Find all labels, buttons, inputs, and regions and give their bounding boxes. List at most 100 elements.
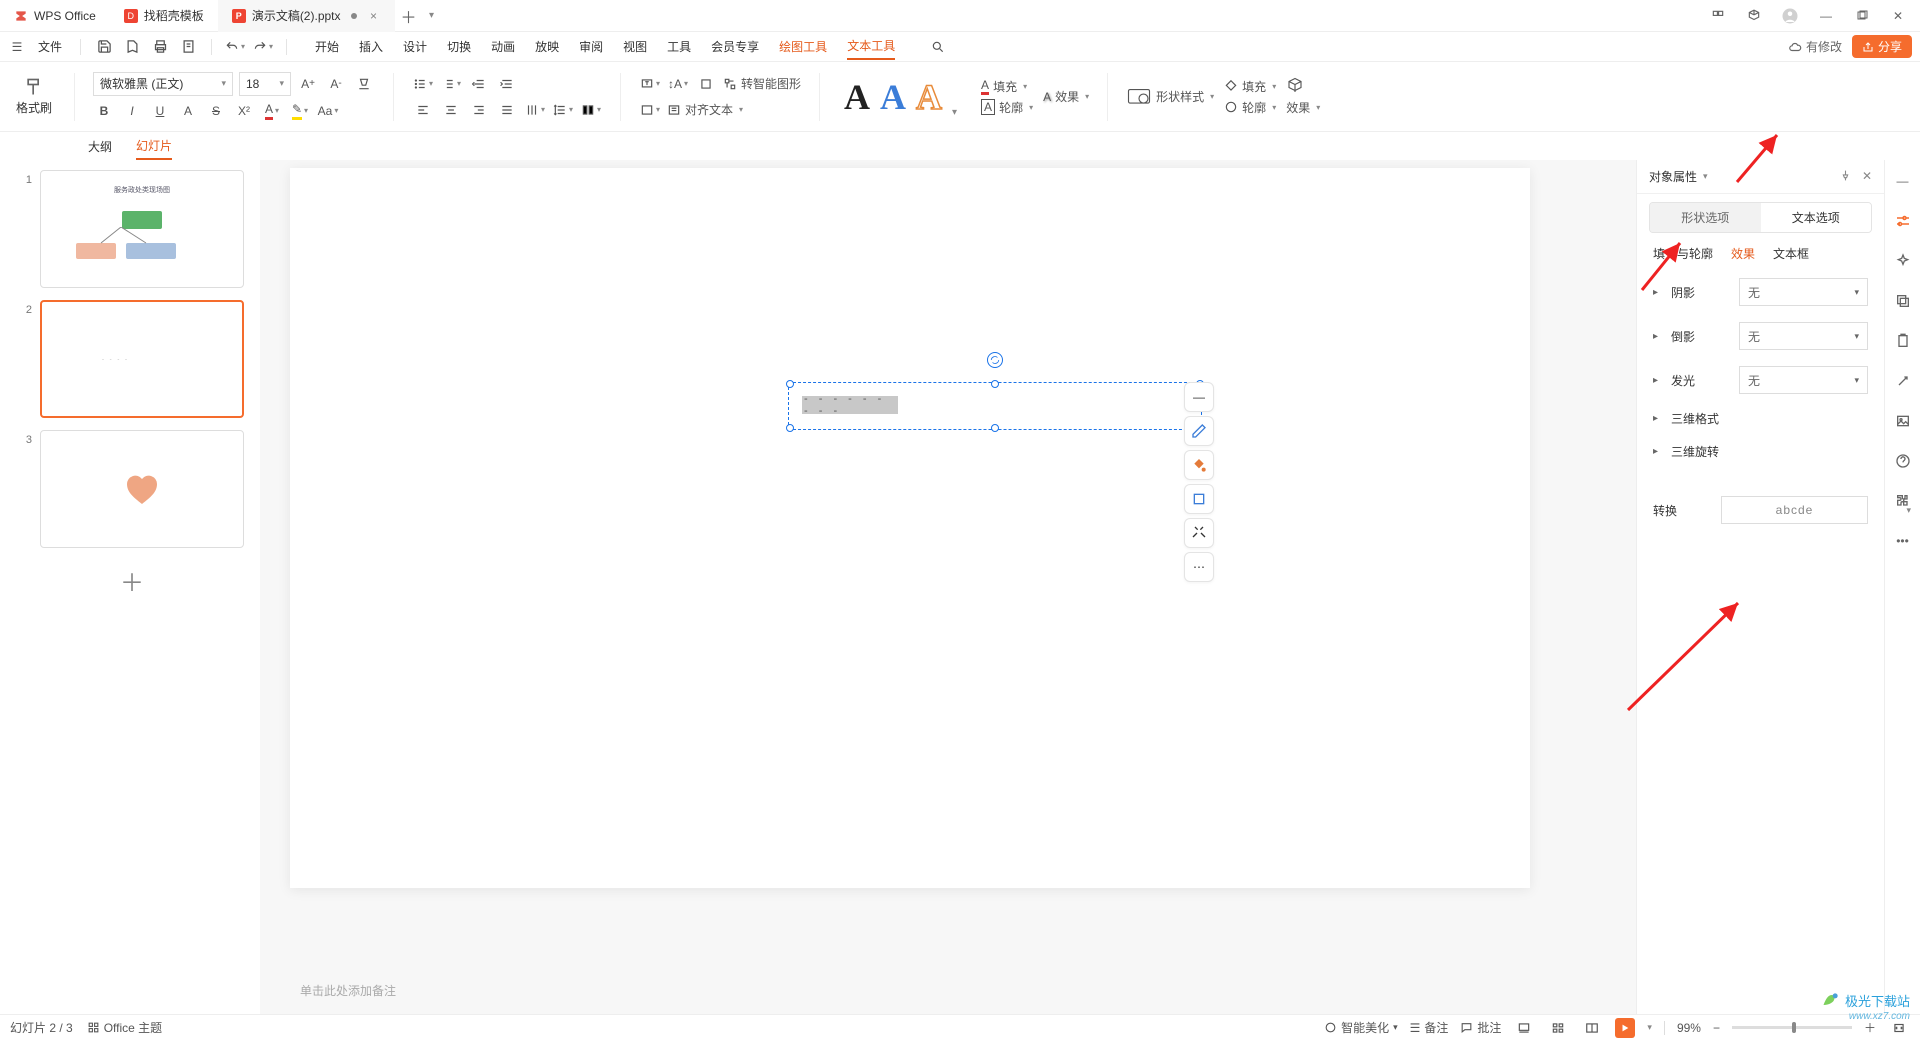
save-icon[interactable]: [93, 36, 115, 58]
wrap-icon[interactable]: [639, 99, 661, 121]
vertical-text-icon[interactable]: ↕A: [667, 73, 689, 95]
cloud-revise[interactable]: 有修改: [1788, 38, 1842, 55]
glow-select[interactable]: 无▾: [1739, 366, 1868, 394]
tab-insert[interactable]: 插入: [359, 34, 383, 59]
share-button[interactable]: 分享: [1852, 35, 1912, 58]
tab-design[interactable]: 设计: [403, 34, 427, 59]
wordart-styles[interactable]: A A A ▾: [838, 76, 963, 118]
tab-review[interactable]: 审阅: [579, 34, 603, 59]
float-more-icon[interactable]: ⋯: [1184, 552, 1214, 582]
app-tab-document[interactable]: P 演示文稿(2).pptx ×: [218, 0, 395, 32]
wordart-style-1[interactable]: A: [844, 76, 870, 118]
float-pencil-icon[interactable]: [1184, 416, 1214, 446]
zoom-out-button[interactable]: −: [1713, 1021, 1720, 1035]
resize-handle-nw[interactable]: [786, 380, 794, 388]
help-icon[interactable]: [1892, 450, 1914, 472]
text-options-tab[interactable]: 文本选项: [1761, 203, 1872, 232]
avatar-icon[interactable]: [1780, 6, 1800, 26]
view-sorter-icon[interactable]: [1547, 1017, 1569, 1039]
more-icon[interactable]: •••: [1892, 530, 1914, 552]
text-effects-button[interactable]: A效果: [1043, 88, 1089, 105]
expand-glow-icon[interactable]: ▸: [1653, 375, 1663, 386]
reflect-select[interactable]: 无▾: [1739, 322, 1868, 350]
print-preview-icon[interactable]: [121, 36, 143, 58]
font-color-icon[interactable]: A: [261, 100, 283, 122]
superscript-icon[interactable]: X²: [233, 100, 255, 122]
expand-3drotate-icon[interactable]: ▸: [1653, 446, 1663, 457]
font-size-select[interactable]: 18▾: [239, 72, 291, 96]
align-right-icon[interactable]: [468, 99, 490, 121]
zoom-level[interactable]: 99%: [1677, 1021, 1701, 1035]
align-left-icon[interactable]: [412, 99, 434, 121]
print2-icon[interactable]: [177, 36, 199, 58]
columns2-icon[interactable]: [695, 73, 717, 95]
float-rect-icon[interactable]: [1184, 484, 1214, 514]
resize-handle-n[interactable]: [991, 380, 999, 388]
shape-effects-button[interactable]: 效果: [1286, 99, 1320, 116]
app-tab-templates[interactable]: D 找稻壳模板: [110, 0, 218, 32]
resize-handle-sw[interactable]: [786, 424, 794, 432]
print-icon[interactable]: [149, 36, 171, 58]
indent-icon[interactable]: [496, 73, 518, 95]
magic-icon[interactable]: [1892, 370, 1914, 392]
tab-view[interactable]: 视图: [623, 34, 647, 59]
close-window-icon[interactable]: ✕: [1888, 6, 1908, 26]
settings-icon[interactable]: [1892, 210, 1914, 232]
layers-icon[interactable]: [1892, 290, 1914, 312]
text-box-icon[interactable]: [639, 73, 661, 95]
shape-outline-button[interactable]: 轮廓: [1224, 99, 1276, 116]
subtab-effects[interactable]: 效果: [1731, 245, 1755, 262]
tab-drawing-tools[interactable]: 绘图工具: [779, 34, 827, 59]
justify-icon[interactable]: [496, 99, 518, 121]
new-tab-button[interactable]: ＋: [395, 4, 423, 28]
theme-indicator[interactable]: Office 主题: [87, 1019, 162, 1036]
expand-reflect-icon[interactable]: ▸: [1653, 331, 1663, 342]
shadow-select[interactable]: 无▾: [1739, 278, 1868, 306]
subtab-fill-outline[interactable]: 填充与轮廓: [1653, 245, 1713, 262]
shape-style-button[interactable]: 形状样式: [1126, 88, 1214, 106]
cube-icon[interactable]: [1744, 6, 1764, 26]
tab-animation[interactable]: 动画: [491, 34, 515, 59]
slide-thumbnail-1[interactable]: 服务政处类现场图: [40, 170, 244, 288]
text-highlight[interactable]: - - - - - - - - -: [802, 396, 898, 414]
tab-slideshow[interactable]: 放映: [535, 34, 559, 59]
search-icon[interactable]: [927, 36, 949, 58]
minimize-icon[interactable]: —: [1816, 6, 1836, 26]
tab-transition[interactable]: 切换: [447, 34, 471, 59]
app-tab-wps[interactable]: WPS Office: [0, 0, 110, 32]
redo-button[interactable]: [252, 36, 274, 58]
bullets-icon[interactable]: [412, 73, 434, 95]
text-outline-button[interactable]: A轮廓: [981, 99, 1033, 116]
float-tools-icon[interactable]: [1184, 518, 1214, 548]
columns-icon[interactable]: [580, 99, 602, 121]
font-family-select[interactable]: 微软雅黑 (正文)▾: [93, 72, 233, 96]
outline-tab[interactable]: 大纲: [88, 134, 112, 159]
tab-tools[interactable]: 工具: [667, 34, 691, 59]
play-slideshow-button[interactable]: [1615, 1018, 1635, 1038]
dedent-icon[interactable]: [468, 73, 490, 95]
text-direction-icon[interactable]: [524, 99, 546, 121]
wordart-style-3[interactable]: A: [916, 76, 942, 118]
clear-format-icon[interactable]: [353, 73, 375, 95]
expand-3dformat-icon[interactable]: ▸: [1653, 413, 1663, 424]
wordart-style-2[interactable]: A: [880, 76, 906, 118]
underline-icon[interactable]: U: [149, 100, 171, 122]
italic-icon[interactable]: I: [121, 100, 143, 122]
numbering-icon[interactable]: [440, 73, 462, 95]
maximize-icon[interactable]: [1852, 6, 1872, 26]
float-collapse-icon[interactable]: —: [1184, 382, 1214, 412]
comments-toggle[interactable]: 批注: [1460, 1019, 1501, 1036]
image-icon[interactable]: [1892, 410, 1914, 432]
slides-tab[interactable]: 幻灯片: [136, 133, 172, 160]
zoom-slider[interactable]: [1732, 1026, 1852, 1029]
strike-icon[interactable]: S: [205, 100, 227, 122]
convert-smart-shape[interactable]: 转智能图形: [723, 75, 801, 92]
decrease-font-icon[interactable]: A-: [325, 73, 347, 95]
bold-icon[interactable]: B: [93, 100, 115, 122]
slide-thumbnail-2[interactable]: - - - -: [40, 300, 244, 418]
tab-home[interactable]: 开始: [315, 34, 339, 59]
undo-button[interactable]: [224, 36, 246, 58]
close-tab-icon[interactable]: ×: [367, 9, 381, 23]
selected-textbox[interactable]: - - - - - - - - -: [790, 384, 1200, 428]
collapse-right-icon[interactable]: —: [1892, 170, 1914, 192]
